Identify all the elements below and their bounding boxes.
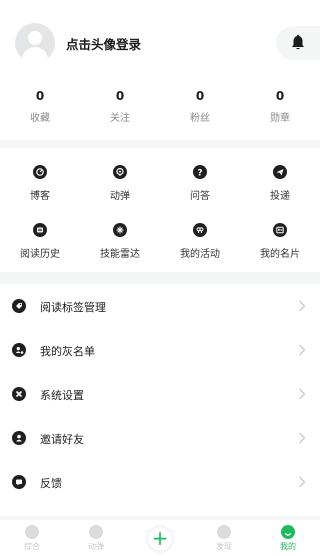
list-item-feedback[interactable]: 反馈: [0, 460, 320, 504]
stat-label: 收藏: [30, 113, 50, 124]
grid-item-radar[interactable]: 技能雷达: [80, 223, 160, 260]
grid-item-activity[interactable]: 我的活动: [160, 223, 240, 260]
tab-label: 发现: [216, 542, 232, 551]
settings-icon: [12, 387, 26, 401]
svg-text:?: ?: [197, 169, 202, 179]
grid-item-blog[interactable]: 博客: [0, 165, 80, 202]
tab-label: 我的: [280, 542, 296, 551]
tab-tweets[interactable]: 动弹: [64, 520, 128, 556]
list-item-tag-management[interactable]: 阅读标签管理: [0, 284, 320, 328]
list-item-greylist[interactable]: 我的灰名单: [0, 328, 320, 372]
feedback-icon: [12, 475, 26, 489]
blog-icon: [33, 165, 47, 179]
avatar[interactable]: [15, 23, 55, 63]
list-item-label: 我的灰名单: [40, 345, 95, 358]
greylist-icon: [12, 343, 26, 357]
grid-label: 技能雷达: [100, 249, 140, 260]
grid-row: 阅读历史 技能雷达 我的活动 我的名片: [0, 223, 320, 260]
stat-label: 粉丝: [190, 113, 210, 124]
stat-label: 勋章: [270, 113, 290, 124]
history-icon: [33, 223, 47, 237]
stat-favorites[interactable]: 0 收藏: [0, 88, 80, 128]
grid-label: 投递: [270, 191, 290, 202]
bell-icon: [292, 34, 304, 50]
notification-button[interactable]: [276, 26, 320, 60]
mine-icon: [281, 525, 295, 539]
grid-item-card[interactable]: 我的名片: [240, 223, 320, 260]
grid-row: 博客 动弹 ? 问答 投递: [0, 165, 320, 202]
grid-item-history[interactable]: 阅读历史: [0, 223, 80, 260]
list-item-label: 系统设置: [40, 389, 84, 402]
grid-label: 博客: [30, 191, 50, 202]
invite-icon: [12, 431, 26, 445]
grid-item-question[interactable]: ? 问答: [160, 165, 240, 202]
grid-label: 问答: [190, 191, 210, 202]
plus-icon: +: [148, 527, 172, 551]
grid-label: 阅读历史: [20, 249, 60, 260]
grid-label: 我的名片: [260, 249, 300, 260]
list-item-label: 反馈: [40, 477, 62, 490]
bottom-tab-bar: 综合 动弹 + 发现 我的: [0, 520, 320, 556]
avatar-body: [22, 47, 48, 63]
grid-item-tweet[interactable]: 动弹: [80, 165, 160, 202]
tab-label: 动弹: [88, 542, 104, 551]
tag-icon: [12, 299, 26, 313]
tweet-icon: [113, 165, 127, 179]
chevron-right-icon: [299, 344, 306, 356]
tweet-tab-icon: [89, 525, 103, 539]
feature-grid: 博客 动弹 ? 问答 投递 阅读历史 技能雷达 我的活动 我的名片: [0, 148, 320, 272]
stat-value: 0: [275, 89, 285, 103]
question-icon: ?: [193, 165, 207, 179]
card-icon: [273, 223, 287, 237]
settings-list: 阅读标签管理 我的灰名单 系统设置 邀请好友 反馈: [0, 284, 320, 516]
tab-discover[interactable]: 发现: [192, 520, 256, 556]
stat-followers[interactable]: 0 粉丝: [160, 88, 240, 128]
profile-card: 点击头像登录 0 收藏 0 关注 0 粉丝 0 勋章: [0, 0, 320, 140]
radar-icon: [113, 223, 127, 237]
stat-following[interactable]: 0 关注: [80, 88, 160, 128]
list-item-label: 阅读标签管理: [40, 301, 106, 314]
chevron-right-icon: [299, 432, 306, 444]
stat-value: 0: [115, 89, 125, 103]
list-item-invite-friends[interactable]: 邀请好友: [0, 416, 320, 460]
tab-add[interactable]: +: [128, 520, 192, 556]
tab-label: 综合: [24, 542, 40, 551]
tab-mine[interactable]: 我的: [256, 520, 320, 556]
stat-value: 0: [35, 89, 45, 103]
login-prompt[interactable]: 点击头像登录: [66, 34, 141, 53]
stats-bar: 0 收藏 0 关注 0 粉丝 0 勋章: [0, 88, 320, 128]
chevron-right-icon: [299, 388, 306, 400]
home-icon: [25, 525, 39, 539]
stat-medals[interactable]: 0 勋章: [240, 88, 320, 128]
grid-label: 我的活动: [180, 249, 220, 260]
discover-icon: [217, 525, 231, 539]
grid-label: 动弹: [110, 191, 130, 202]
list-item-label: 邀请好友: [40, 433, 84, 446]
stat-label: 关注: [110, 113, 130, 124]
tab-general[interactable]: 综合: [0, 520, 64, 556]
list-item-system-settings[interactable]: 系统设置: [0, 372, 320, 416]
chevron-right-icon: [299, 300, 306, 312]
stat-value: 0: [195, 89, 205, 103]
send-icon: [273, 165, 287, 179]
chevron-right-icon: [299, 476, 306, 488]
avatar-head: [28, 31, 42, 45]
grid-item-send[interactable]: 投递: [240, 165, 320, 202]
activity-icon: [193, 223, 207, 237]
